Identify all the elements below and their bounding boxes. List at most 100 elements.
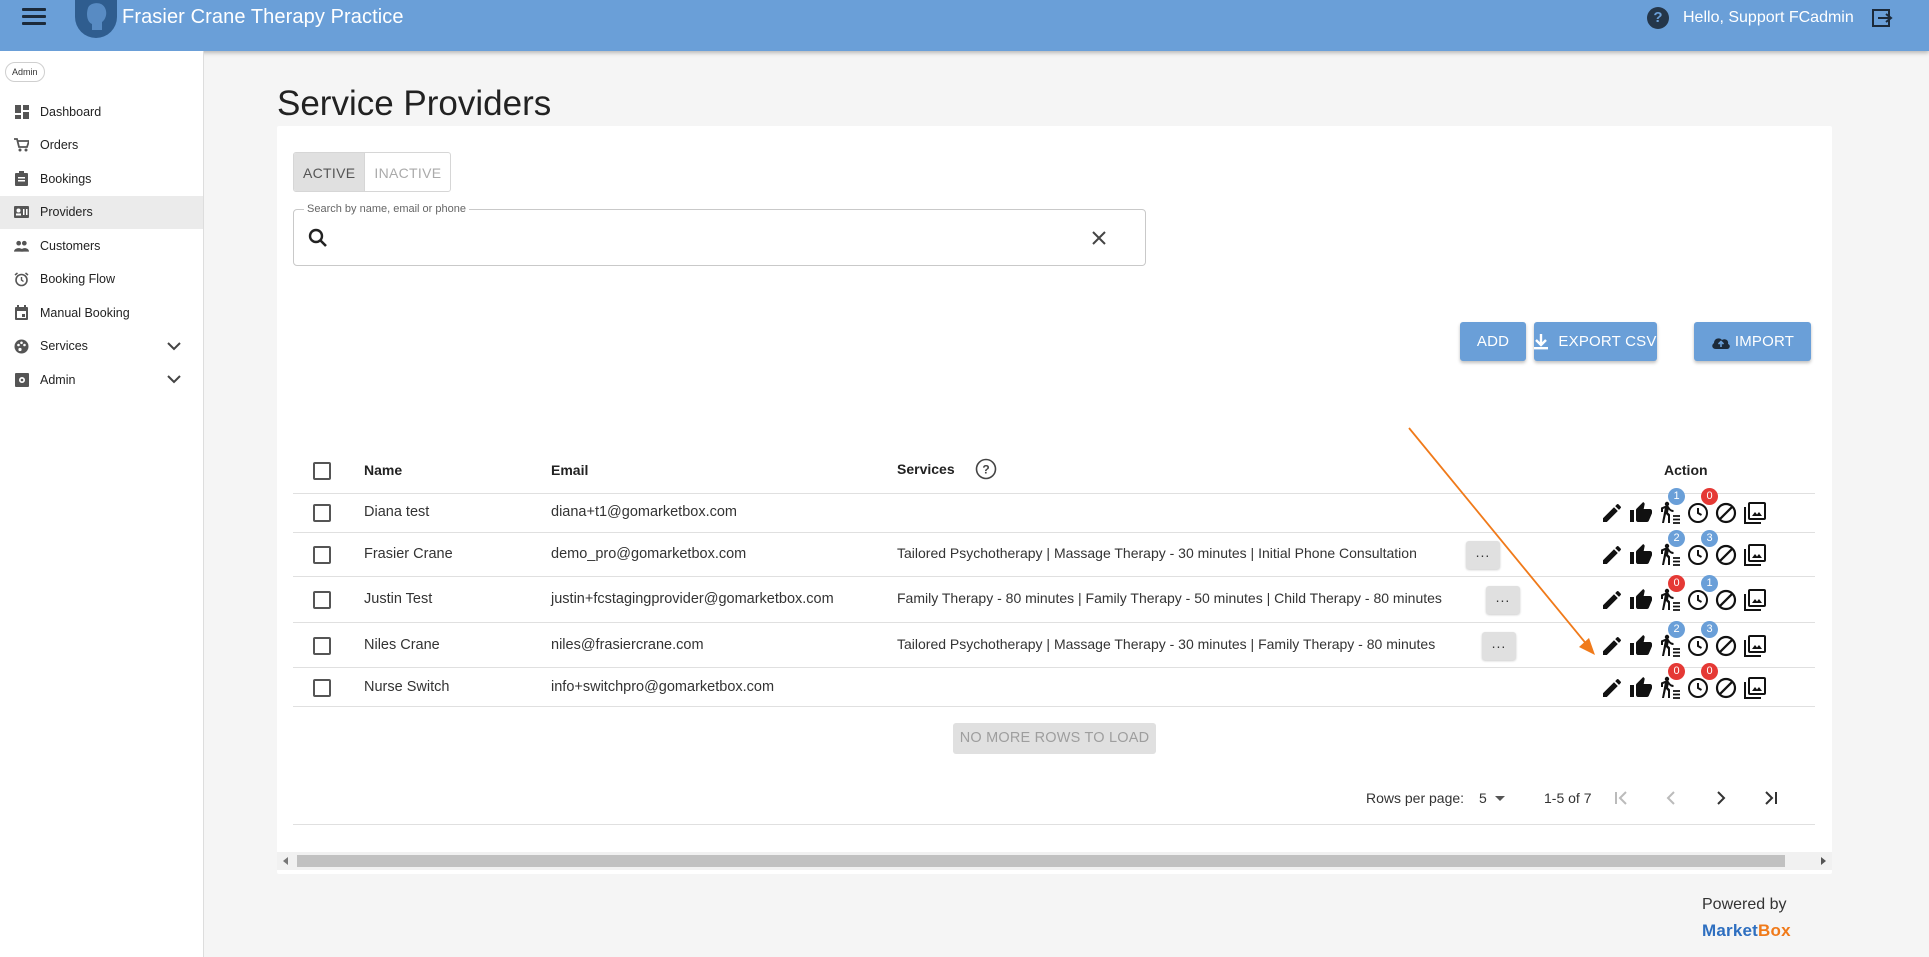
services-help-icon[interactable]: ?: [975, 458, 997, 483]
import-button[interactable]: IMPORT: [1694, 322, 1811, 361]
table-row: Nurse Switch info+switchpro@gomarketbox.c…: [293, 662, 1815, 707]
first-page-icon[interactable]: [1609, 786, 1633, 810]
select-all-checkbox[interactable]: [313, 462, 331, 480]
close-icon[interactable]: [1090, 229, 1108, 252]
block-icon[interactable]: [1714, 588, 1738, 612]
thumb-up-icon[interactable]: [1629, 676, 1653, 700]
image-gallery-icon[interactable]: [1743, 634, 1767, 658]
status-badge: 2: [1668, 530, 1685, 547]
tab-active[interactable]: ACTIVE: [294, 153, 366, 191]
cloud-upload-icon: [1712, 337, 1730, 349]
block-icon[interactable]: [1714, 634, 1738, 658]
settings-box-icon: [14, 372, 29, 387]
provider-email: justin+fcstagingprovider@gomarketbox.com: [551, 591, 834, 607]
providers-card: ACTIVE INACTIVE Search by name, email or…: [277, 126, 1832, 874]
provider-name: Frasier Crane: [364, 546, 453, 562]
block-icon[interactable]: [1714, 676, 1738, 700]
download-icon: [1534, 333, 1549, 349]
powered-by-label: Powered by: [1702, 896, 1787, 913]
scroll-right-icon[interactable]: [1821, 857, 1826, 865]
block-icon[interactable]: [1714, 501, 1738, 525]
status-badge: 0: [1668, 662, 1685, 680]
edit-icon[interactable]: [1600, 676, 1624, 700]
block-icon[interactable]: [1714, 543, 1738, 567]
sidebar-item-admin[interactable]: Admin: [0, 363, 203, 397]
last-page-icon[interactable]: [1759, 786, 1783, 810]
status-badge: 3: [1701, 530, 1718, 547]
status-badge: 3: [1701, 620, 1718, 638]
search-input[interactable]: [340, 222, 1080, 254]
scroll-left-icon[interactable]: [283, 857, 288, 865]
sidebar-item-providers[interactable]: Providers: [0, 195, 203, 229]
image-gallery-icon[interactable]: [1743, 588, 1767, 612]
status-badge: 0: [1668, 575, 1685, 592]
dashboard-icon: [14, 104, 29, 119]
sidebar-item-label: Booking Flow: [40, 272, 116, 287]
table-row: Diana test diana+t1@gomarketbox.com 1 0: [293, 488, 1815, 533]
row-checkbox[interactable]: [313, 636, 331, 655]
help-icon[interactable]: ?: [1647, 7, 1669, 29]
search-icon: [308, 228, 328, 253]
sidebar-item-label: Dashboard: [40, 104, 102, 119]
sidebar: Admin Dashboard Orders Bookings Provider…: [0, 51, 204, 957]
chevron-down-icon[interactable]: [167, 373, 181, 387]
more-services-button[interactable]: ...: [1482, 631, 1516, 660]
sidebar-item-orders[interactable]: Orders: [0, 129, 203, 163]
thumb-up-icon[interactable]: [1629, 634, 1653, 658]
image-gallery-icon[interactable]: [1743, 543, 1767, 567]
sidebar-item-booking-flow[interactable]: Booking Flow: [0, 263, 203, 297]
export-csv-label: EXPORT CSV: [1558, 333, 1657, 350]
edit-icon[interactable]: [1600, 501, 1624, 525]
provider-name: Nurse Switch: [364, 678, 450, 695]
row-checkbox[interactable]: [313, 504, 331, 522]
sidebar-item-label: Manual Booking: [40, 305, 130, 320]
sidebar-item-manual-booking[interactable]: Manual Booking: [0, 296, 203, 330]
logout-icon[interactable]: [1871, 8, 1893, 28]
add-provider-button[interactable]: ADD: [1460, 322, 1526, 361]
thumb-up-icon[interactable]: [1629, 588, 1653, 612]
edit-icon[interactable]: [1600, 543, 1624, 567]
sidebar-item-customers[interactable]: Customers: [0, 229, 203, 263]
previous-page-icon[interactable]: [1659, 786, 1683, 810]
edit-icon[interactable]: [1600, 588, 1624, 612]
sidebar-item-dashboard[interactable]: Dashboard: [0, 95, 203, 129]
provider-name: Diana test: [364, 504, 430, 520]
sidebar-item-label: Orders: [40, 138, 79, 153]
rows-per-page-select[interactable]: 5: [1479, 790, 1487, 806]
image-gallery-icon[interactable]: [1743, 501, 1767, 525]
page-title: Service Providers: [277, 84, 552, 123]
sidebar-item-bookings[interactable]: Bookings: [0, 162, 203, 196]
more-services-button[interactable]: ...: [1486, 586, 1520, 614]
provider-card-icon: [14, 205, 29, 220]
status-badge: 2: [1668, 620, 1685, 638]
chevron-down-icon[interactable]: [1495, 796, 1505, 801]
edit-icon[interactable]: [1600, 634, 1624, 658]
export-csv-button[interactable]: EXPORT CSV: [1534, 322, 1657, 361]
thumb-up-icon[interactable]: [1629, 543, 1653, 567]
provider-email: info+switchpro@gomarketbox.com: [551, 678, 775, 695]
cart-icon: [14, 138, 29, 153]
scrollbar-thumb[interactable]: [297, 855, 1785, 867]
column-email: Email: [551, 462, 589, 478]
provider-services: Tailored Psychotherapy | Massage Therapy…: [897, 635, 1436, 652]
sidebar-item-services[interactable]: Services: [0, 330, 203, 364]
table-header: Name Email Services ? Action: [293, 447, 1815, 494]
provider-name: Justin Test: [364, 591, 433, 607]
row-checkbox[interactable]: [313, 678, 331, 697]
thumb-up-icon[interactable]: [1629, 501, 1653, 525]
menu-icon[interactable]: [22, 8, 46, 26]
row-checkbox[interactable]: [313, 591, 331, 609]
image-gallery-icon[interactable]: [1743, 676, 1767, 700]
horizontal-scrollbar[interactable]: [277, 852, 1832, 870]
chevron-down-icon[interactable]: [167, 340, 181, 354]
tab-inactive[interactable]: INACTIVE: [365, 153, 450, 191]
sidebar-item-label: Services: [40, 339, 88, 354]
page-range: 1-5 of 7: [1544, 790, 1592, 806]
import-label: IMPORT: [1734, 333, 1795, 350]
row-checkbox[interactable]: [313, 546, 331, 564]
next-page-icon[interactable]: [1709, 786, 1733, 810]
more-services-button[interactable]: ...: [1466, 541, 1500, 569]
search-field: Search by name, email or phone: [293, 203, 1146, 266]
status-badge: 1: [1701, 575, 1718, 592]
rows-per-page-label: Rows per page:: [1366, 790, 1465, 806]
